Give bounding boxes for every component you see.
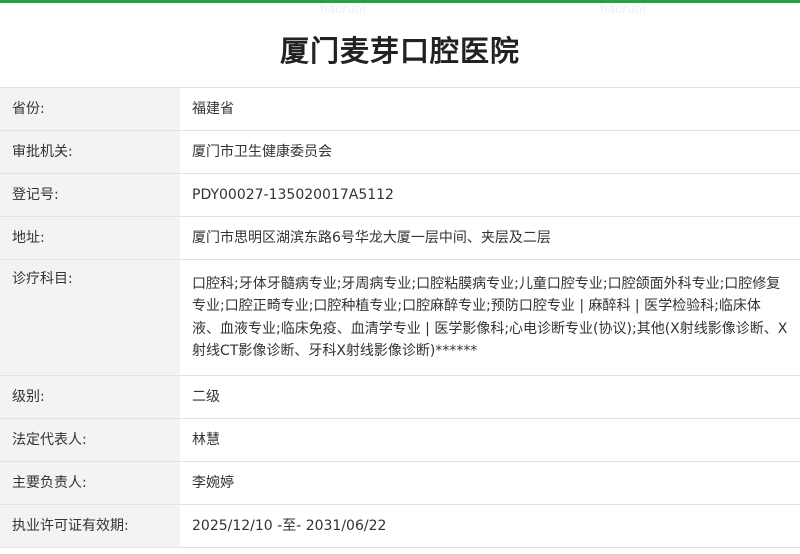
field-value-province: 福建省: [180, 87, 800, 131]
field-label-level: 级别:: [0, 375, 180, 419]
top-accent-bar: [0, 0, 800, 3]
hospital-info-table: 省份: 福建省 审批机关: 厦门市卫生健康委员会 登记号: PDY00027-1…: [0, 87, 800, 548]
field-label-approval-authority: 审批机关:: [0, 130, 180, 174]
field-label-principal: 主要负责人:: [0, 461, 180, 505]
table-row: 地址: 厦门市思明区湖滨东路6号华龙大厦一层中间、夹层及二层: [0, 216, 800, 260]
table-row: 法定代表人: 林慧: [0, 418, 800, 462]
table-row: 诊疗科目: 口腔科;牙体牙髓病专业;牙周病专业;口腔粘膜病专业;儿童口腔专业;口…: [0, 259, 800, 376]
field-value-principal: 李婉婷: [180, 461, 800, 505]
field-value-level: 二级: [180, 375, 800, 419]
field-label-province: 省份:: [0, 87, 180, 131]
page-title: 厦门麦芽口腔医院: [279, 34, 520, 68]
field-label-legal-representative: 法定代表人:: [0, 418, 180, 462]
table-row: 省份: 福建省: [0, 87, 800, 131]
field-value-license-validity: 2025/12/10 -至- 2031/06/22: [180, 504, 800, 548]
table-row: 主要负责人: 李婉婷: [0, 461, 800, 505]
field-label-address: 地址:: [0, 216, 180, 260]
watermark: haoruni: [320, 2, 366, 16]
table-row: 审批机关: 厦门市卫生健康委员会: [0, 130, 800, 174]
table-row: 级别: 二级: [0, 375, 800, 419]
field-value-approval-authority: 厦门市卫生健康委员会: [180, 130, 800, 174]
field-value-departments: 口腔科;牙体牙髓病专业;牙周病专业;口腔粘膜病专业;儿童口腔专业;口腔颌面外科专…: [180, 259, 800, 376]
watermark: haoruni: [600, 2, 646, 16]
field-label-license-validity: 执业许可证有效期:: [0, 504, 180, 548]
field-value-registration-number: PDY00027-135020017A5112: [180, 173, 800, 217]
field-label-registration-number: 登记号:: [0, 173, 180, 217]
field-label-departments: 诊疗科目:: [0, 259, 180, 376]
field-value-address: 厦门市思明区湖滨东路6号华龙大厦一层中间、夹层及二层: [180, 216, 800, 260]
field-value-legal-representative: 林慧: [180, 418, 800, 462]
table-row: 执业许可证有效期: 2025/12/10 -至- 2031/06/22: [0, 504, 800, 548]
table-row: 登记号: PDY00027-135020017A5112: [0, 173, 800, 217]
